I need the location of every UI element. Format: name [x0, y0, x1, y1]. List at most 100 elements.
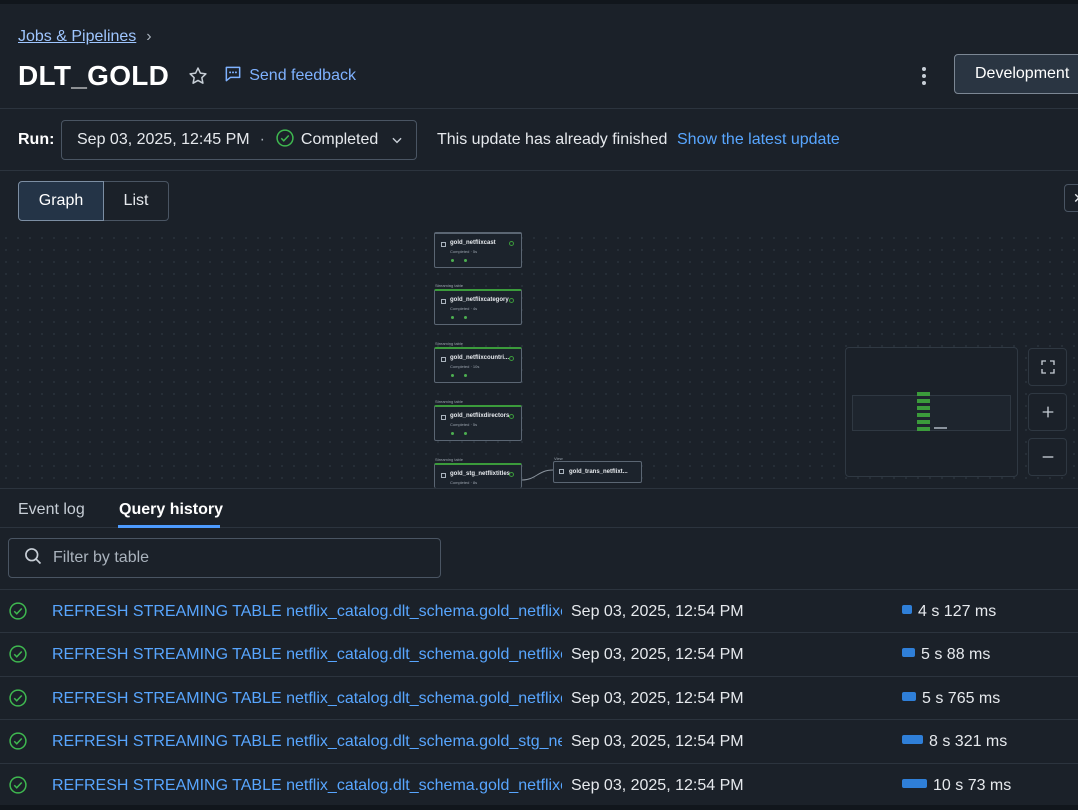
query-sql-link[interactable]: REFRESH STREAMING TABLE netflix_catalog.… [52, 777, 562, 795]
run-finished-message: This update has already finished [437, 131, 668, 148]
graph-node[interactable]: gold_netflixcategory Completed · 4s [434, 289, 522, 325]
minimap-node [917, 413, 930, 417]
table-icon [441, 242, 446, 247]
minimap-node [917, 399, 930, 403]
query-duration: 5 s 88 ms [921, 646, 991, 663]
graph-node[interactable]: gold_netflixcast Completed · 5s [434, 232, 522, 268]
query-sql-link[interactable]: REFRESH STREAMING TABLE netflix_catalog.… [52, 603, 562, 621]
query-sql-link[interactable]: REFRESH STREAMING TABLE netflix_catalog.… [52, 646, 562, 664]
query-sql-link[interactable]: REFRESH STREAMING TABLE netflix_catalog.… [52, 733, 562, 751]
filter-input[interactable] [53, 549, 413, 567]
show-latest-update-link[interactable]: Show the latest update [677, 131, 840, 149]
graph-node-name: gold_stg_netflixtitles [450, 471, 511, 477]
page-header: Jobs & Pipelines › DLT_GOLD Send feedbac… [0, 4, 1078, 108]
active-tab-indicator [118, 525, 220, 528]
send-feedback-label: Send feedback [249, 67, 356, 84]
run-date: Sep 03, 2025, 12:45 PM [77, 131, 250, 148]
table-icon [441, 473, 446, 478]
run-status: Completed [275, 128, 378, 153]
query-duration: 10 s 73 ms [933, 777, 1012, 794]
status-dot [464, 374, 467, 377]
graph-view-button[interactable]: Graph [18, 181, 104, 221]
status-dot [451, 374, 454, 377]
status-dot [451, 432, 454, 435]
zoom-in-icon[interactable] [1028, 393, 1067, 431]
status-dot [464, 432, 467, 435]
run-status-label: Completed [300, 131, 379, 148]
status-dot [464, 259, 467, 262]
status-dot [464, 316, 467, 319]
graph-node-name: gold_netflixcountri... [450, 355, 510, 361]
table-icon [441, 299, 446, 304]
search-icon [23, 546, 43, 571]
chat-bubble-icon [223, 64, 243, 89]
send-feedback-link[interactable]: Send feedback [223, 64, 356, 89]
view-icon [559, 469, 564, 474]
graph-view-node[interactable]: gold_trans_netflixt... [553, 461, 642, 483]
breadcrumb: Jobs & Pipelines › [18, 28, 152, 46]
graph-node[interactable]: gold_netflixcountri... Completed · 10s [434, 347, 522, 383]
query-sql-link[interactable]: REFRESH STREAMING TABLE netflix_catalog.… [52, 690, 562, 708]
minimap-node [934, 427, 947, 429]
tab-event-log[interactable]: Event log [18, 501, 85, 519]
query-row[interactable]: REFRESH STREAMING TABLE netflix_catalog.… [0, 676, 1078, 720]
graph-node-type: Streaming table [435, 399, 464, 404]
query-row[interactable]: REFRESH STREAMING TABLE netflix_catalog.… [0, 632, 1078, 676]
graph-node-name: gold_trans_netflixt... [569, 469, 628, 475]
query-row[interactable]: REFRESH STREAMING TABLE netflix_catalog.… [0, 589, 1078, 633]
graph-node-status: Completed · 5s [450, 422, 478, 427]
filter-by-table-field[interactable] [8, 538, 441, 578]
graph-node-status: Completed · 4s [450, 306, 478, 311]
star-icon[interactable] [187, 65, 209, 87]
chevron-right-icon: › [146, 28, 152, 45]
check-circle-icon [8, 644, 28, 669]
graph-minimap[interactable] [845, 347, 1018, 477]
query-duration: 5 s 765 ms [922, 690, 1001, 707]
query-row[interactable]: REFRESH STREAMING TABLE netflix_catalog.… [0, 763, 1078, 807]
query-duration-bar [902, 648, 915, 657]
run-row: Run: Sep 03, 2025, 12:45 PM · Completed … [0, 109, 1078, 170]
status-dot [451, 259, 454, 262]
check-circle-icon [509, 241, 514, 246]
query-duration-bar [902, 779, 927, 788]
graph-node[interactable]: gold_stg_netflixtitles Completed · 8s [434, 463, 522, 488]
query-start-time: Sep 03, 2025, 12:54 PM [571, 646, 744, 663]
fullscreen-icon[interactable] [1028, 348, 1067, 386]
chevron-down-icon [390, 133, 404, 152]
close-panel-icon[interactable]: ✕ [1064, 184, 1078, 212]
query-duration-bar [902, 735, 923, 744]
zoom-out-icon[interactable] [1028, 438, 1067, 476]
status-dot [451, 316, 454, 319]
check-circle-icon [509, 298, 514, 303]
minimap-node [917, 427, 930, 431]
graph-node-status: Completed · 8s [450, 480, 478, 485]
list-view-button[interactable]: List [104, 181, 169, 221]
graph-node-status: Completed · 5s [450, 249, 478, 254]
check-circle-icon [8, 775, 28, 800]
development-mode-button[interactable]: Development [954, 54, 1078, 94]
breadcrumb-jobs-pipelines-link[interactable]: Jobs & Pipelines [18, 28, 136, 46]
graph-node-type: Streaming table [435, 457, 464, 462]
minimap-node [917, 406, 930, 410]
minimap-node [917, 420, 930, 424]
run-separator: · [259, 131, 265, 148]
more-options-icon[interactable] [912, 64, 936, 88]
query-row[interactable]: REFRESH STREAMING TABLE netflix_catalog.… [0, 719, 1078, 763]
query-start-time: Sep 03, 2025, 12:54 PM [571, 603, 744, 620]
query-start-time: Sep 03, 2025, 12:54 PM [571, 777, 744, 794]
graph-node-name: gold_netflixdirectors [450, 413, 510, 419]
check-circle-icon [509, 356, 514, 361]
table-icon [441, 357, 446, 362]
tab-query-history[interactable]: Query history [119, 501, 223, 519]
graph-edge [522, 469, 554, 481]
query-start-time: Sep 03, 2025, 12:54 PM [571, 690, 744, 707]
page-title: DLT_GOLD [18, 60, 170, 91]
minimap-node [917, 392, 930, 396]
query-duration: 8 s 321 ms [929, 733, 1008, 750]
view-toggle: Graph List [18, 181, 169, 221]
run-divider [0, 170, 1078, 171]
run-selector[interactable]: Sep 03, 2025, 12:45 PM · Completed [61, 120, 417, 160]
check-circle-icon [8, 731, 28, 756]
graph-node-type: Streaming table [435, 341, 464, 346]
graph-node[interactable]: gold_netflixdirectors Completed · 5s [434, 405, 522, 441]
